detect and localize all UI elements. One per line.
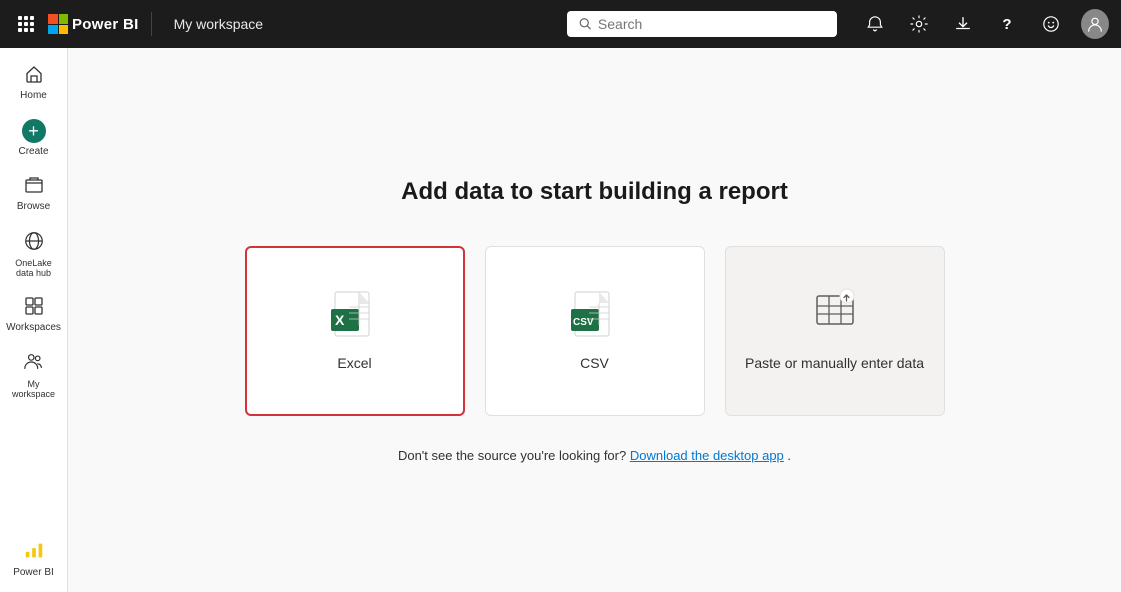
sidebar-home-label: Home: [20, 90, 47, 101]
sidebar-item-browse[interactable]: Browse: [4, 167, 64, 218]
csv-card-label: CSV: [580, 355, 609, 371]
sidebar-browse-label: Browse: [17, 201, 50, 212]
paste-card[interactable]: Paste or manually enter data: [725, 246, 945, 416]
data-source-cards: X Excel: [245, 246, 945, 416]
paste-icon: [813, 288, 857, 342]
create-icon: +: [22, 119, 46, 143]
ms-logo-yellow: [59, 25, 69, 35]
bottom-note-text: Don't see the source you're looking for?: [398, 448, 626, 463]
sidebar: Home + Create Browse One: [0, 48, 68, 592]
sidebar-item-workspaces[interactable]: Workspaces: [4, 288, 64, 339]
ms-logo-red: [48, 14, 58, 24]
page-title: Add data to start building a report: [401, 178, 788, 206]
excel-card-label: Excel: [337, 355, 371, 371]
excel-icon: X: [331, 291, 379, 343]
search-input[interactable]: [598, 16, 825, 32]
sidebar-item-home[interactable]: Home: [4, 56, 64, 107]
smiley-icon: [1042, 15, 1060, 33]
question-mark-icon: ?: [1002, 16, 1011, 33]
sidebar-myworkspace-label: My workspace: [8, 379, 60, 399]
ms-logo-blue: [48, 25, 58, 35]
sidebar-onelake-label: OneLake data hub: [8, 258, 60, 278]
avatar: [1081, 9, 1109, 39]
browse-icon: [24, 175, 44, 198]
powerbi-icon: [23, 539, 45, 564]
main-content: Add data to start building a report X: [68, 48, 1121, 592]
sidebar-workspaces-label: Workspaces: [6, 322, 61, 333]
bell-icon: [866, 15, 884, 33]
excel-card[interactable]: X Excel: [245, 246, 465, 416]
myworkspace-icon: [23, 351, 45, 376]
settings-button[interactable]: [905, 10, 933, 38]
microsoft-logo: Power BI: [48, 14, 139, 34]
gear-icon: [910, 15, 928, 33]
home-icon: [24, 64, 44, 87]
sidebar-powerbi-label: Power BI: [13, 567, 54, 578]
nav-divider: [151, 12, 152, 36]
sidebar-item-onelake[interactable]: OneLake data hub: [4, 222, 64, 284]
topnav-actions: ?: [861, 10, 1109, 38]
sidebar-item-myworkspace[interactable]: My workspace: [4, 343, 64, 405]
onelake-icon: [23, 230, 45, 255]
workspace-label: My workspace: [174, 16, 263, 32]
workspaces-icon: [24, 296, 44, 319]
sidebar-create-label: Create: [18, 146, 48, 157]
csv-card[interactable]: CSV CSV: [485, 246, 705, 416]
paste-card-label: Paste or manually enter data: [745, 354, 924, 374]
apps-grid-icon: [18, 16, 34, 32]
download-button[interactable]: [949, 10, 977, 38]
ms-logo-green: [59, 14, 69, 24]
help-button[interactable]: ?: [993, 10, 1021, 38]
brand-name: Power BI: [72, 16, 139, 33]
svg-text:X: X: [335, 312, 345, 328]
search-bar[interactable]: [567, 11, 837, 37]
notifications-button[interactable]: [861, 10, 889, 38]
bottom-note-suffix: .: [787, 448, 791, 463]
download-app-link[interactable]: Download the desktop app: [630, 448, 784, 463]
sidebar-item-powerbi[interactable]: Power BI: [4, 531, 64, 584]
apps-icon-button[interactable]: [12, 10, 40, 38]
topnav: Power BI My workspace: [0, 0, 1121, 48]
sidebar-item-create[interactable]: + Create: [4, 111, 64, 163]
ms-logo-squares: [48, 14, 68, 34]
csv-icon: CSV: [571, 291, 619, 343]
main-layout: Home + Create Browse One: [0, 48, 1121, 592]
search-icon: [579, 17, 592, 31]
download-icon: [954, 15, 972, 33]
profile-button[interactable]: [1081, 10, 1109, 38]
bottom-note: Don't see the source you're looking for?…: [398, 448, 791, 463]
feedback-button[interactable]: [1037, 10, 1065, 38]
